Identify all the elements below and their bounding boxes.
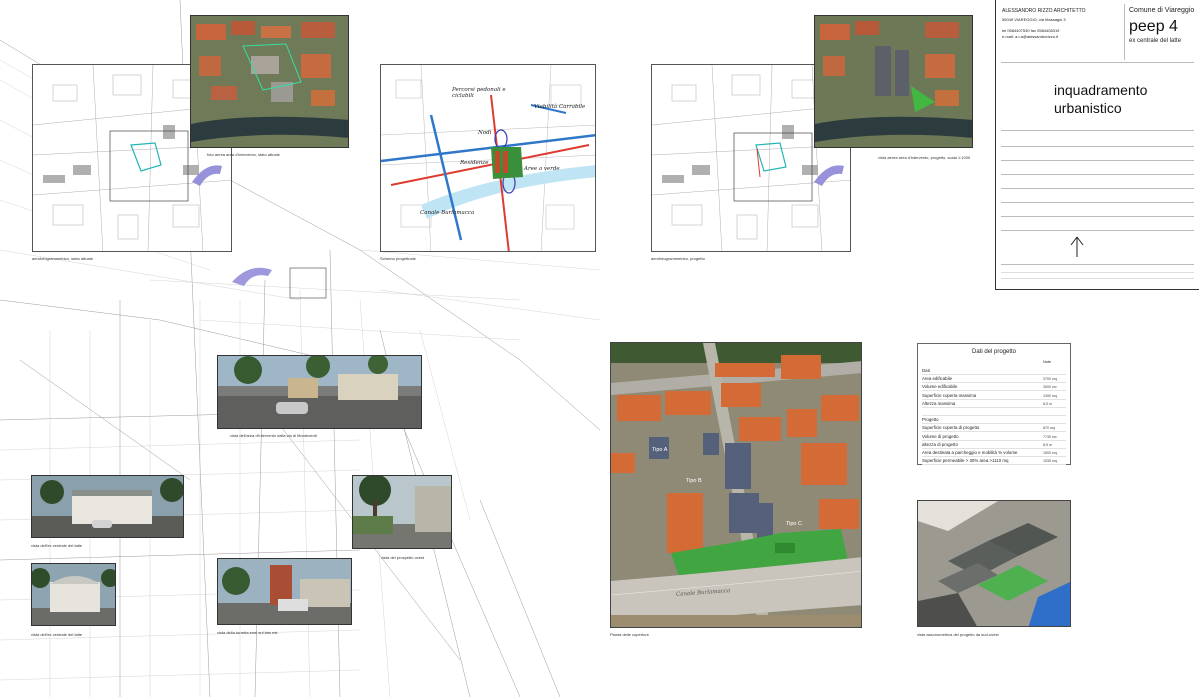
aerial-photo-project: [814, 15, 973, 148]
label-residences: Residenze: [460, 160, 489, 166]
title-block-rule: [1001, 146, 1194, 147]
table-row: Area edificabile 3700 mq: [922, 375, 1066, 384]
photo-centrale-1: [31, 475, 184, 538]
caption-aerial-photo-current: foto aerea area d'intervento, stato attu…: [207, 152, 280, 157]
title-block-rule: [1001, 188, 1194, 189]
caption-aerophoto-project: aerofotogrammetrico, progetto: [651, 256, 705, 261]
table-row: Progetto: [922, 416, 1066, 425]
table-row: altezza di progetto 8,5 m: [922, 441, 1066, 449]
caption-aerophoto-current: aerofotogrammetrico, stato attuale: [32, 256, 93, 261]
table-col-header: Note: [1043, 360, 1052, 364]
table-row-label: Superficie coperta massima: [922, 392, 977, 398]
caption-view-centrale-2: vista dell'ex centrale del latte: [31, 632, 83, 637]
project-data-table: Dati del progetto Note Dati Area edificab…: [917, 343, 1071, 466]
table-row-value: 7730 mc: [1043, 434, 1057, 439]
table-row-value: 1390 mq: [1043, 393, 1057, 398]
title-block: ALESSANDRO RIZZO ARCHITETTO 55049 VIAREG…: [995, 0, 1199, 290]
title-block-rule: [1001, 272, 1194, 273]
title-block-divider: [1124, 4, 1125, 60]
studio-email: e-mail: a.r.a@alessandrorizzo.it: [1002, 34, 1059, 39]
table-row: Volume edificabile 3000 mc: [922, 383, 1066, 392]
table-row-value: 870 mq: [1043, 426, 1055, 431]
table-row-label: Progetto: [922, 417, 939, 423]
caption-aerial-photo-project: vista aerea area d'intervento, progetto,…: [878, 155, 971, 160]
client-name: Comune di Viareggio: [1129, 7, 1195, 14]
studio-phone: tel 0584407530 fax 0584408319: [1002, 28, 1060, 33]
title-block-rule: [1001, 130, 1194, 131]
caption-design-scheme: Schema progettuale: [380, 256, 416, 261]
table-row: Altezza massima 8,5 m: [922, 400, 1066, 408]
title-block-rule: [1001, 216, 1194, 217]
north-arrow-icon: [1070, 236, 1084, 257]
photo-centrale-2: [31, 563, 116, 626]
title-block-rule: [1001, 264, 1194, 265]
table-row: Superficie coperta massima 1390 mq: [922, 392, 1066, 400]
label-type-a: Tipo A: [652, 447, 668, 453]
studio-address: 55049 VIAREGGIO, via Massagni 3: [1002, 17, 1066, 22]
drawing-title-line-2: urbanistico: [1054, 100, 1122, 116]
title-block-rule: [1001, 62, 1194, 63]
table-row-value: 3700 mq: [1043, 377, 1057, 382]
label-pedestrian: Percorsi pedonali e ciclabili: [452, 87, 506, 99]
aerial-photo-current: [190, 15, 349, 148]
drawing-title-line-1: inquadramento: [1054, 82, 1148, 98]
studio-name: ALESSANDRO RIZZO ARCHITETTO: [1002, 8, 1086, 14]
label-nodes: Nodi: [478, 130, 492, 136]
caption-view-monteverdi: vista dell'area d'intervento dalla via d…: [230, 433, 317, 438]
photo-tower: [217, 558, 352, 625]
caption-view-centrale-1: vista dell'ex centrale del latte: [31, 543, 83, 548]
table-row: Volume di progetto 7730 mc: [922, 433, 1066, 441]
table-row-label: Area edificabile: [922, 376, 953, 382]
table-row: Area destinata a parcheggio e mobilità %…: [922, 449, 1066, 457]
caption-view-tower: vista della torretta enel sul lato est: [217, 630, 278, 635]
table-row-label: Volume edificabile: [922, 384, 958, 390]
caption-axonometric: vista assonometrica del progetto da sud-…: [917, 632, 999, 637]
table-row: Superficie coperta di progetto 870 mq: [922, 424, 1066, 433]
label-traffic: Viabilità Carrabile: [534, 104, 586, 110]
table-row-label: Altezza massima: [922, 400, 956, 406]
table-row-label: altezza di progetto: [922, 441, 958, 447]
photo-monteverdi: [217, 355, 422, 429]
axonometric-panel: [917, 500, 1071, 627]
title-block-rule: [1001, 174, 1194, 175]
table-row-label: Superficie coperta di progetto: [922, 425, 980, 431]
table-row-value: 1535 mq: [1043, 459, 1057, 464]
table-row-value: 8,5 m: [1043, 442, 1052, 447]
table-row: Superficie permeabile > 30% area >1110 m…: [922, 457, 1066, 466]
table-row-value: 3000 mc: [1043, 385, 1057, 390]
table-row-label: Superficie permeabile > 30% area >1110 m…: [922, 458, 1009, 464]
table-row-label: Volume di progetto: [922, 433, 959, 439]
title-block-rule: [1001, 278, 1194, 279]
label-type-b: Tipo B: [686, 478, 702, 484]
label-type-c: Tipo C: [786, 521, 802, 527]
project-site: ex centrale del latte: [1129, 38, 1182, 44]
table-row-label: Area destinata a parcheggio e mobilità %…: [922, 450, 1018, 455]
table-row-label: Dati: [922, 368, 930, 373]
title-block-rule: [1001, 160, 1194, 161]
project-code: peep 4: [1129, 18, 1178, 35]
table-heading: Dati del progetto: [971, 349, 1017, 355]
label-canal: Canale Burlamacca: [420, 210, 475, 216]
pointer-arrow-icon: [814, 165, 844, 186]
caption-view-southwest: vista del prospetto ovest: [381, 555, 425, 560]
pointer-arrow-icon: [192, 165, 222, 186]
photo-southwest: [352, 475, 452, 549]
title-block-rule: [1001, 202, 1194, 203]
caption-roof-plan: Pianta delle coperture: [610, 632, 649, 637]
table-row: [922, 408, 1066, 416]
table-row: Dati: [922, 367, 1066, 375]
label-green: Aree a verde: [524, 166, 560, 172]
roof-plan-panel: [610, 342, 862, 628]
table-row-value: 8,5 m: [1043, 401, 1052, 406]
table-row-value: 1500 mq: [1043, 451, 1057, 455]
title-block-rule: [1001, 230, 1194, 231]
